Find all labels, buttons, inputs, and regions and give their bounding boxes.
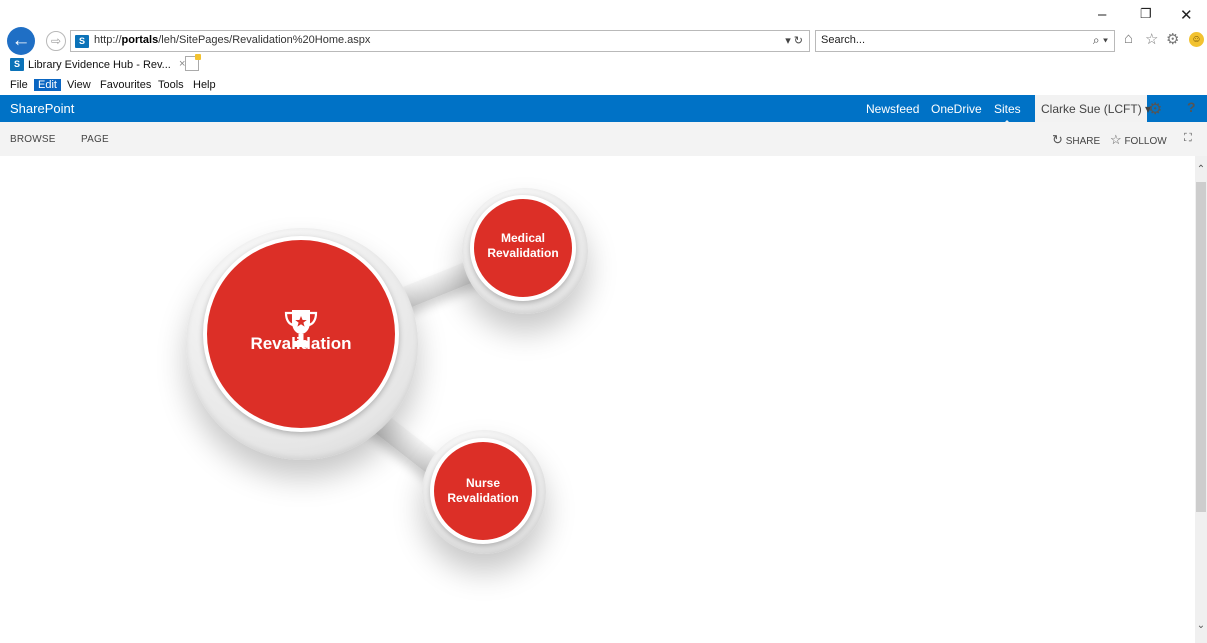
new-tab-button[interactable] — [185, 54, 201, 71]
user-menu[interactable]: Clarke Sue (LCFT) ▾ — [1035, 95, 1151, 122]
scroll-down-icon[interactable]: ⌄ — [1195, 620, 1207, 631]
forward-button[interactable]: ⇨ — [46, 31, 66, 51]
sharepoint-suite-bar: SharePoint Newsfeed OneDrive Sites Clark… — [0, 95, 1207, 125]
onedrive-link[interactable]: OneDrive — [931, 102, 982, 116]
tab-title: Library Evidence Hub - Rev... — [28, 59, 171, 71]
browser-tab[interactable]: S Library Evidence Hub - Rev... × — [10, 56, 205, 74]
menu-edit[interactable]: Edit — [34, 79, 61, 91]
revalidation-circle[interactable]: Revalidation — [203, 236, 399, 432]
refresh-icon[interactable]: ▾ ↻ — [785, 34, 803, 47]
nurse-label-line2: Revalidation — [447, 491, 519, 505]
follow-star-icon: ☆ — [1110, 132, 1122, 147]
smiley-feedback-icon[interactable]: ☺ — [1189, 32, 1204, 47]
close-icon[interactable]: ✕ — [1180, 6, 1193, 24]
sharepoint-favicon-icon: S — [75, 35, 89, 48]
menu-help[interactable]: Help — [193, 79, 216, 91]
medical-label-line1: Medical — [500, 231, 545, 245]
menu-file[interactable]: File — [10, 79, 28, 91]
focus-content-icon[interactable]: ⛶ — [1184, 132, 1192, 145]
share-button[interactable]: ↻ SHARE — [1052, 132, 1100, 148]
favorites-star-icon[interactable]: ☆ — [1145, 30, 1158, 48]
user-name: Clarke Sue (LCFT) ▾ — [1041, 102, 1152, 116]
home-icon[interactable]: ⌂ — [1124, 30, 1133, 47]
menu-view[interactable]: View — [67, 79, 91, 91]
search-box[interactable]: Search... ⌕ ▾ — [815, 30, 1115, 52]
page-content: Revalidation Medical Revalidation Nurse … — [0, 156, 1195, 643]
browser-titlebar: ← ⇨ S http://portals/leh/SitePages/Reval… — [0, 0, 1207, 71]
vertical-scrollbar[interactable]: ⌃ ⌄ — [1195, 156, 1207, 643]
tab-favicon-icon: S — [10, 58, 24, 71]
share-icon: ↻ — [1052, 132, 1063, 147]
newsfeed-link[interactable]: Newsfeed — [866, 102, 919, 116]
sites-link[interactable]: Sites — [994, 102, 1021, 125]
menubar: File Edit View Favourites Tools Help — [0, 77, 1207, 94]
menu-tools[interactable]: Tools — [158, 79, 184, 91]
scroll-thumb[interactable] — [1196, 182, 1206, 512]
menu-favourites[interactable]: Favourites — [100, 79, 151, 91]
nurse-revalidation-circle[interactable]: Nurse Revalidation — [430, 438, 536, 544]
settings-icon[interactable]: ⚙ — [1148, 99, 1162, 119]
search-icon[interactable]: ⌕ ▾ — [1093, 33, 1108, 48]
restore-icon[interactable]: ❐ — [1140, 6, 1152, 22]
address-bar[interactable]: S http://portals/leh/SitePages/Revalidat… — [70, 30, 810, 52]
revalidation-label: Revalidation — [250, 334, 352, 353]
back-button[interactable]: ← — [7, 27, 35, 55]
medical-revalidation-circle[interactable]: Medical Revalidation — [470, 195, 576, 301]
tab-page[interactable]: PAGE — [81, 134, 109, 145]
help-icon[interactable]: ? — [1187, 99, 1196, 115]
search-input[interactable]: Search... — [821, 34, 865, 46]
follow-button[interactable]: ☆ FOLLOW — [1110, 132, 1167, 148]
minimize-icon[interactable]: – — [1098, 6, 1106, 23]
nurse-label-line1: Nurse — [465, 476, 500, 490]
tab-browse[interactable]: BROWSE — [10, 134, 56, 145]
address-url[interactable]: http://portals/leh/SitePages/Revalidatio… — [94, 34, 370, 46]
scroll-up-icon[interactable]: ⌃ — [1195, 164, 1207, 175]
ribbon: BROWSE PAGE ↻ SHARE ☆ FOLLOW ⛶ — [0, 122, 1207, 156]
settings-gear-icon[interactable]: ⚙ — [1166, 30, 1179, 48]
medical-label-line2: Revalidation — [487, 246, 559, 260]
sharepoint-brand[interactable]: SharePoint — [10, 101, 74, 116]
